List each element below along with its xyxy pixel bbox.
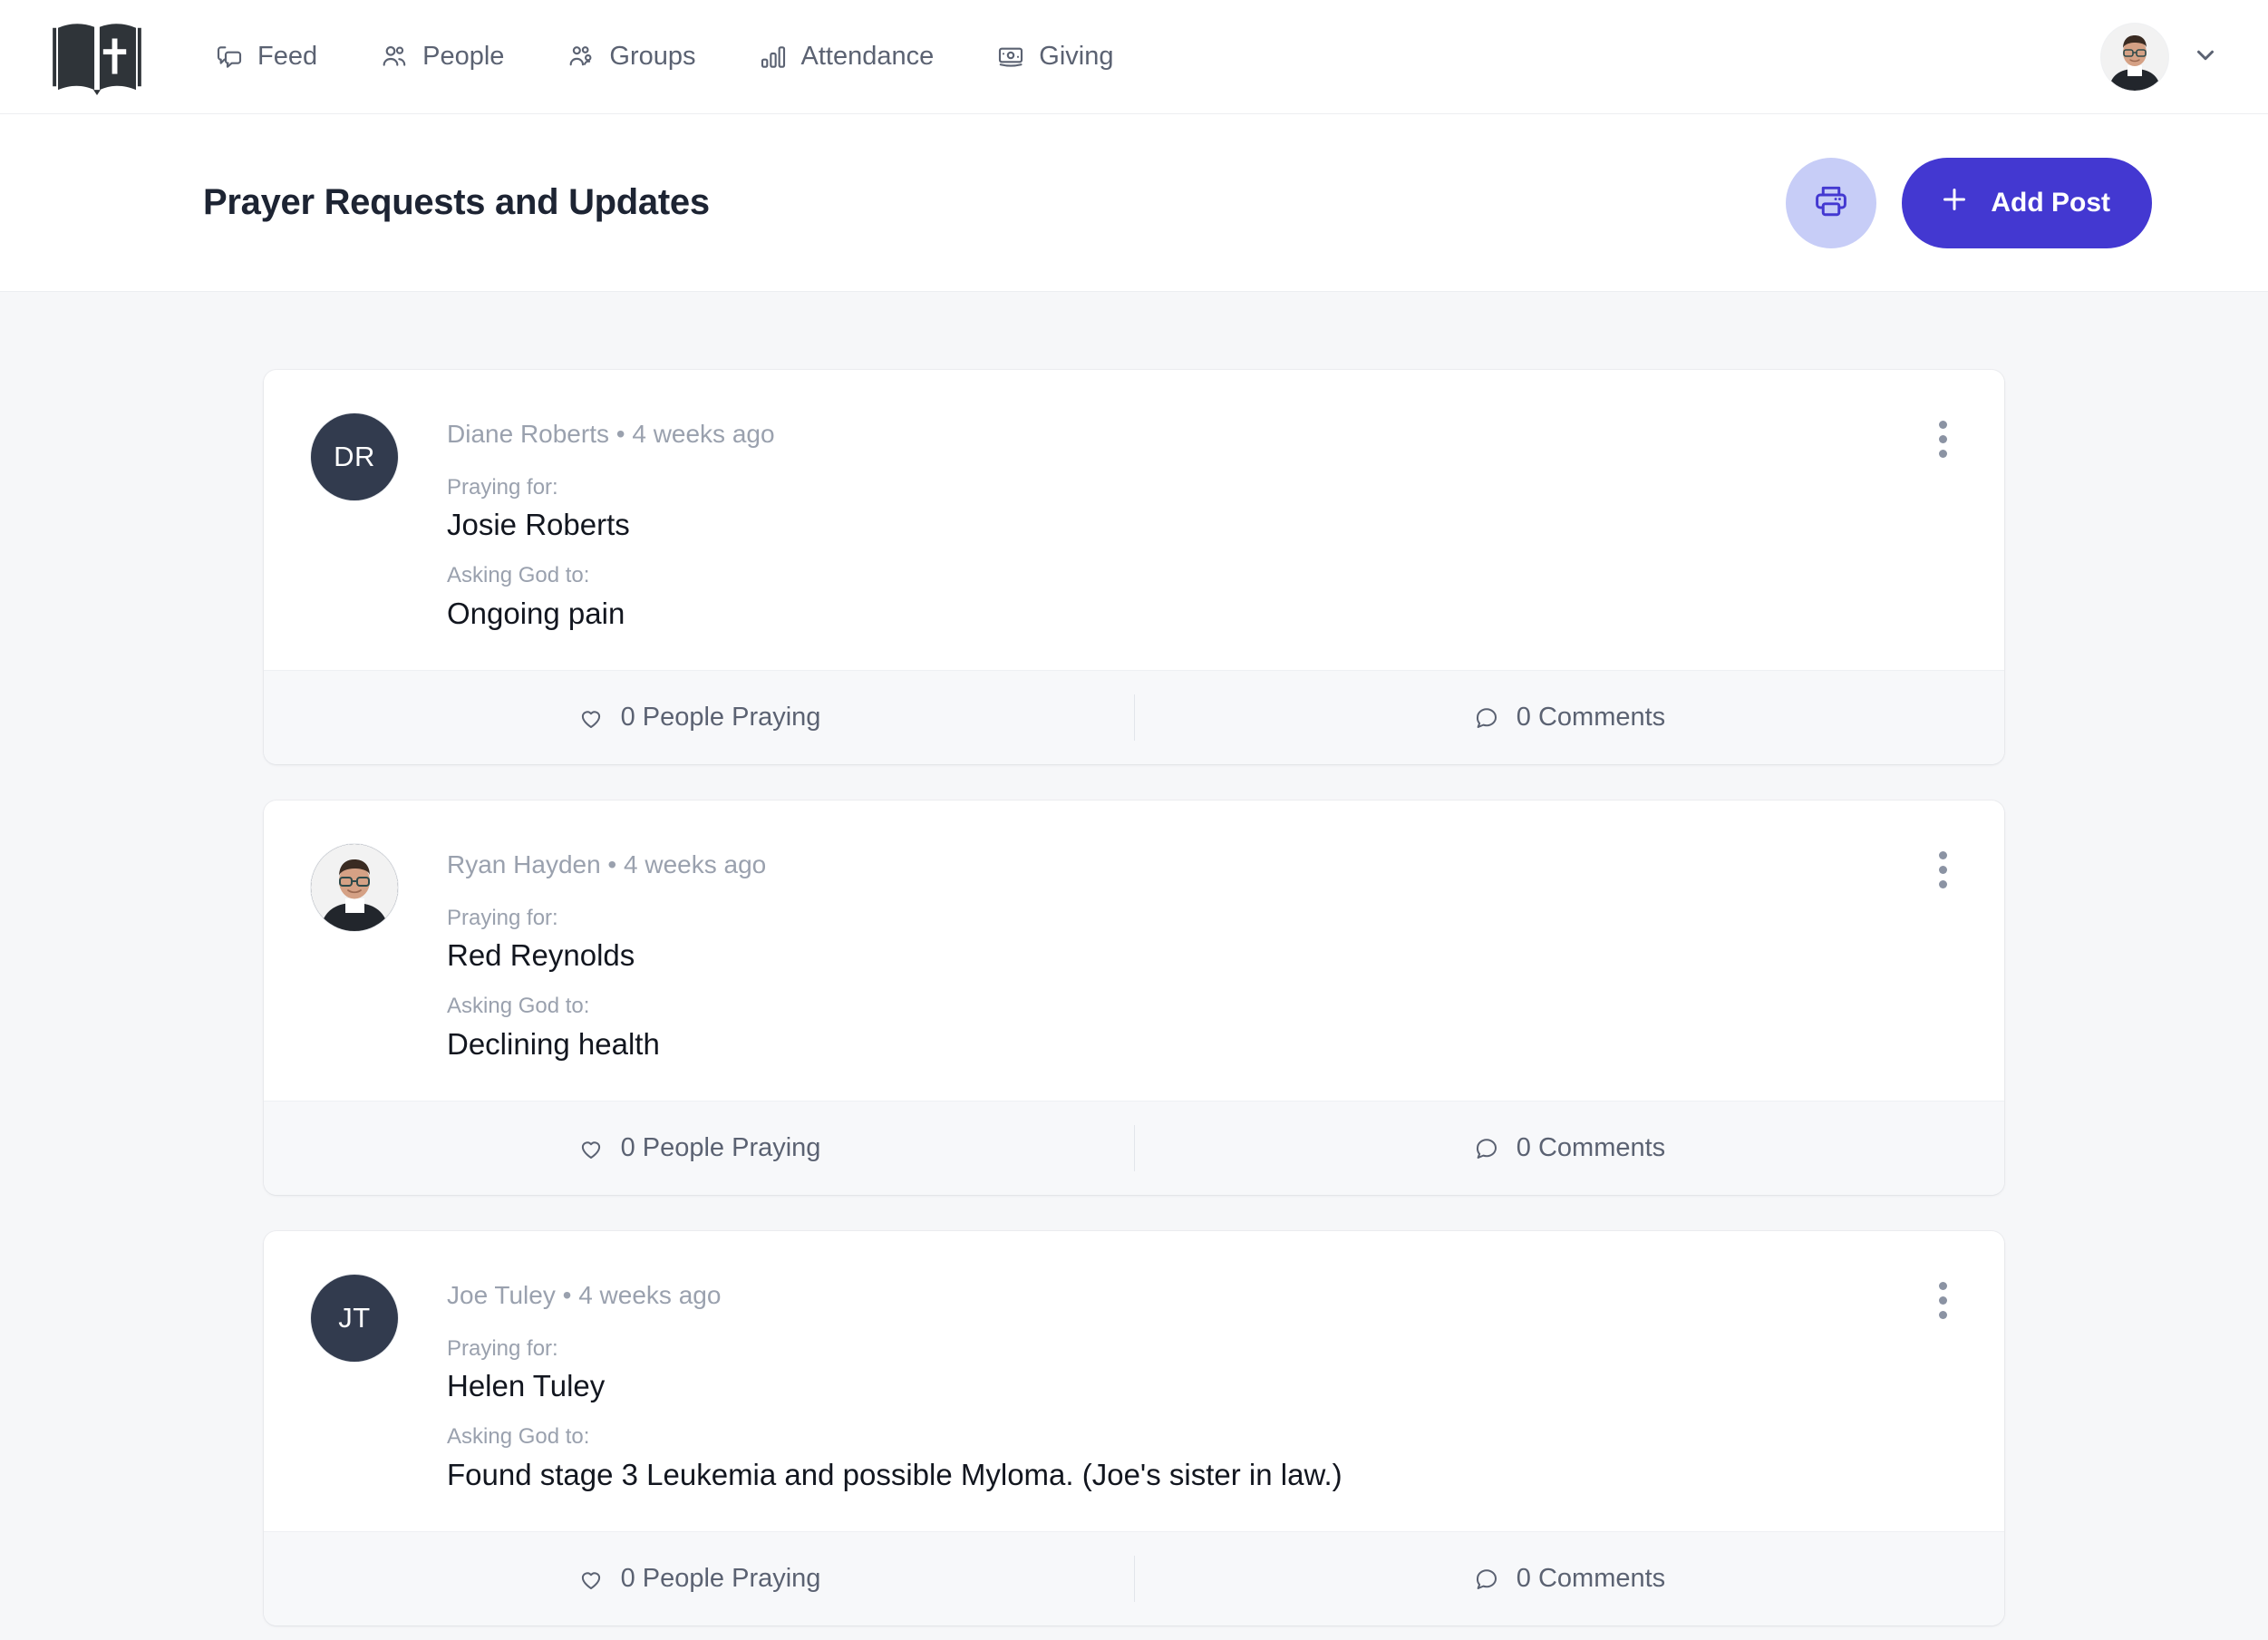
people-praying-button[interactable]: 0 People Praying	[264, 1532, 1134, 1625]
post-actions: 0 People Praying 0 Comments	[264, 1531, 2004, 1626]
people-praying-count: 0 People Praying	[620, 703, 821, 733]
top-navigation-bar: Feed People Groups Attendance Giving	[0, 0, 2268, 114]
prayer-feed: DR Diane Roberts • 4 weeks ago Praying f…	[0, 292, 2268, 1640]
heart-icon	[577, 1566, 605, 1593]
people-praying-count: 0 People Praying	[620, 1133, 821, 1163]
open-bible-cross-icon[interactable]	[44, 19, 150, 95]
people-praying-button[interactable]: 0 People Praying	[264, 671, 1134, 764]
post-body: JT Joe Tuley • 4 weeks ago Praying for: …	[264, 1231, 2004, 1531]
user-menu[interactable]	[2101, 0, 2219, 114]
nav-item-giving[interactable]: Giving	[964, 0, 1144, 114]
comment-bubble-icon	[1473, 1135, 1500, 1162]
post-card: DR Diane Roberts • 4 weeks ago Praying f…	[264, 370, 2004, 765]
post-actions: 0 People Praying 0 Comments	[264, 670, 2004, 765]
avatar[interactable]	[311, 844, 398, 932]
comments-button[interactable]: 0 Comments	[1134, 1101, 2004, 1195]
main-nav: Feed People Groups Attendance Giving	[183, 0, 1144, 114]
nav-label-giving: Giving	[1039, 42, 1114, 71]
people-praying-count: 0 People Praying	[620, 1564, 821, 1594]
avatar[interactable]: DR	[311, 413, 398, 500]
nav-label-feed: Feed	[257, 42, 318, 71]
asking-god-to-label: Asking God to:	[447, 994, 590, 1019]
banknote-icon	[995, 42, 1026, 73]
heart-icon	[577, 1135, 605, 1162]
kebab-menu-icon[interactable]	[1923, 1275, 1963, 1325]
praying-for-value: Josie Roberts	[447, 507, 630, 541]
plus-icon	[1938, 183, 1971, 223]
nav-label-groups: Groups	[609, 42, 696, 71]
heart-icon	[577, 704, 605, 732]
page-title: Prayer Requests and Updates	[203, 182, 710, 222]
asking-god-to-value: Found stage 3 Leukemia and possible Mylo…	[447, 1457, 1342, 1491]
nav-label-people: People	[422, 42, 505, 71]
people-praying-button[interactable]: 0 People Praying	[264, 1101, 1134, 1195]
kebab-menu-icon[interactable]	[1923, 844, 1963, 895]
chevron-down-icon[interactable]	[2192, 42, 2219, 73]
group-people-icon	[566, 42, 596, 73]
comments-count: 0 Comments	[1516, 703, 1666, 733]
chat-bubbles-icon	[214, 42, 245, 73]
asking-god-to-label: Asking God to:	[447, 1424, 590, 1450]
post-card: JT Joe Tuley • 4 weeks ago Praying for: …	[264, 1231, 2004, 1626]
comments-button[interactable]: 0 Comments	[1134, 671, 2004, 764]
comments-count: 0 Comments	[1516, 1133, 1666, 1163]
nav-item-people[interactable]: People	[348, 0, 535, 114]
post-actions: 0 People Praying 0 Comments	[264, 1101, 2004, 1196]
avatar[interactable]	[2101, 24, 2168, 91]
nav-item-attendance[interactable]: Attendance	[727, 0, 965, 114]
printer-icon	[1812, 182, 1850, 223]
post-body: Ryan Hayden • 4 weeks ago Praying for: R…	[264, 801, 2004, 1101]
add-post-label: Add Post	[1991, 187, 2110, 218]
asking-god-to-label: Asking God to:	[447, 563, 590, 588]
praying-for-value: Helen Tuley	[447, 1368, 606, 1402]
print-button[interactable]	[1786, 157, 1877, 248]
comments-count: 0 Comments	[1516, 1564, 1666, 1594]
add-post-button[interactable]: Add Post	[1902, 157, 2152, 248]
asking-god-to-value: Ongoing pain	[447, 596, 625, 630]
post-meta: Joe Tuley • 4 weeks ago	[447, 1281, 722, 1310]
nav-item-feed[interactable]: Feed	[183, 0, 348, 114]
praying-for-label: Praying for:	[447, 1335, 558, 1361]
nav-item-groups[interactable]: Groups	[535, 0, 726, 114]
comment-bubble-icon	[1473, 1566, 1500, 1593]
post-meta: Ryan Hayden • 4 weeks ago	[447, 850, 767, 879]
post-meta: Diane Roberts • 4 weeks ago	[447, 420, 775, 448]
praying-for-value: Red Reynolds	[447, 937, 635, 972]
header-actions: Add Post	[1786, 157, 2152, 248]
two-people-icon	[379, 42, 410, 73]
asking-god-to-value: Declining health	[447, 1026, 660, 1061]
comment-bubble-icon	[1473, 704, 1500, 732]
avatar[interactable]: JT	[311, 1275, 398, 1363]
praying-for-label: Praying for:	[447, 905, 558, 930]
nav-label-attendance: Attendance	[800, 42, 935, 71]
post-card: Ryan Hayden • 4 weeks ago Praying for: R…	[264, 801, 2004, 1196]
kebab-menu-icon[interactable]	[1923, 413, 1963, 464]
page-header: Prayer Requests and Updates Add Post	[0, 114, 2268, 292]
comments-button[interactable]: 0 Comments	[1134, 1532, 2004, 1625]
praying-for-label: Praying for:	[447, 474, 558, 500]
post-body: DR Diane Roberts • 4 weeks ago Praying f…	[264, 370, 2004, 670]
bar-chart-icon	[758, 42, 789, 73]
